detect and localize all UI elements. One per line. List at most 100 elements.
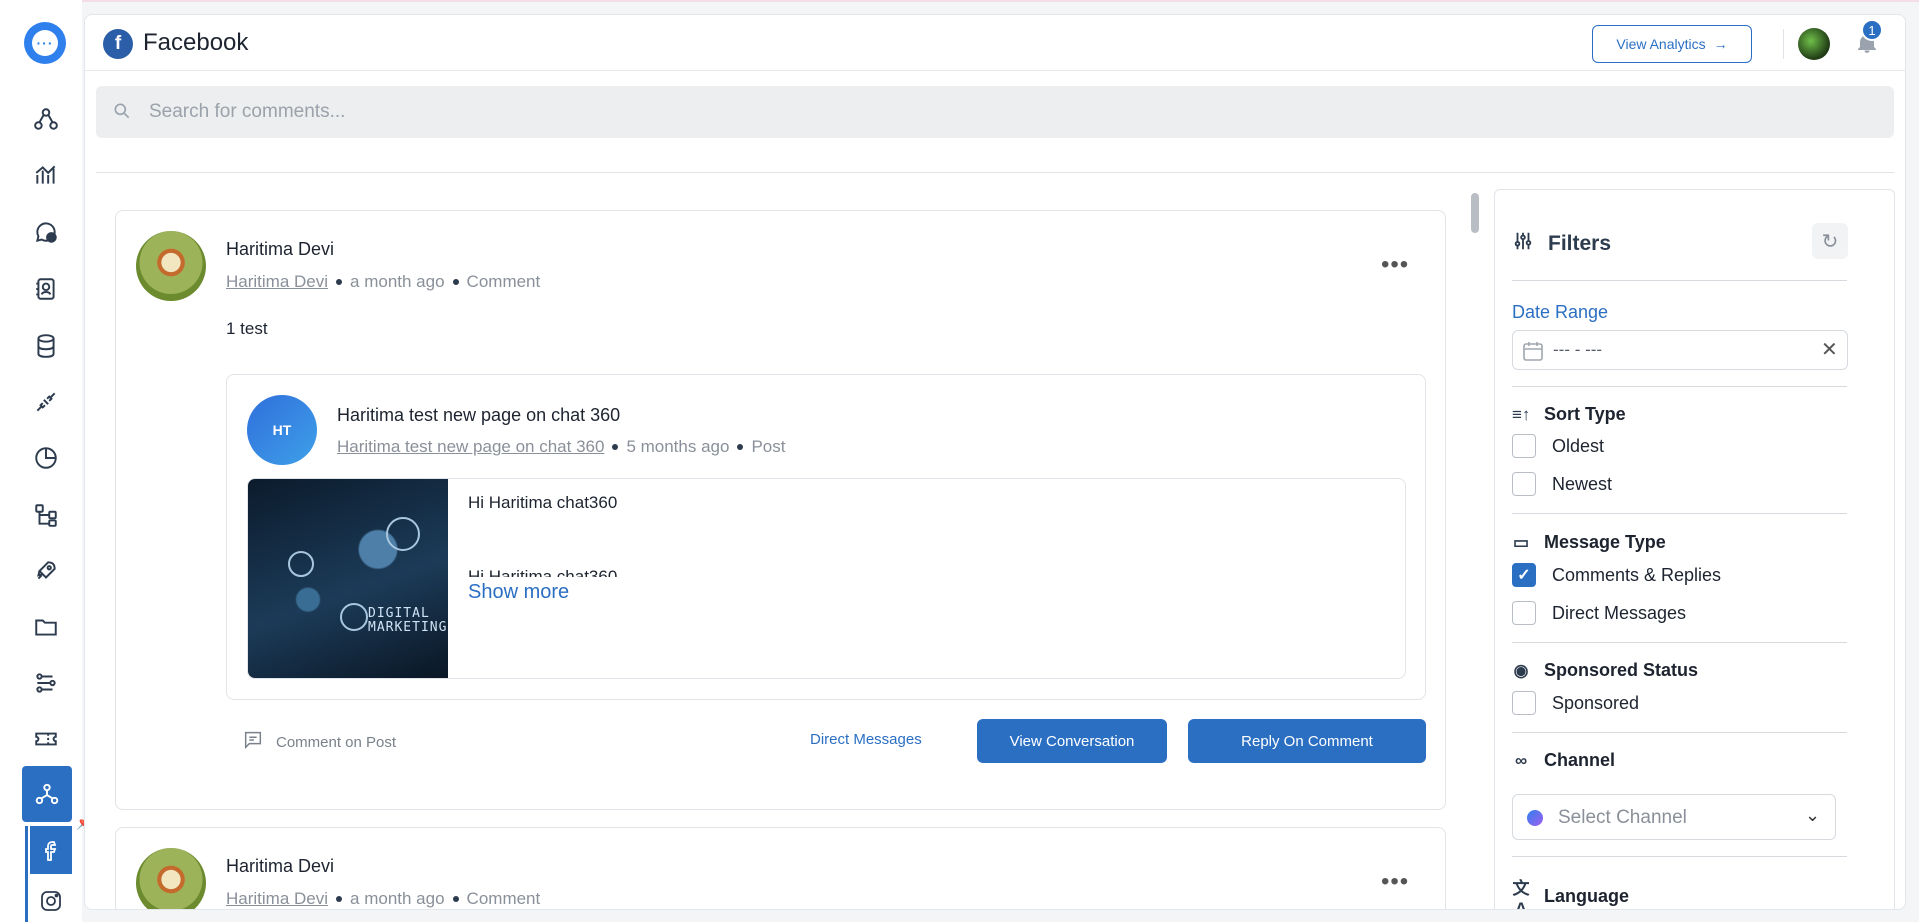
meta-dot [452, 896, 459, 902]
post-title[interactable]: Haritima test new page on chat 360 [337, 405, 620, 426]
post-body-truncated: Hi Haritima chat360 [468, 567, 618, 577]
integrations-icon[interactable] [28, 384, 64, 420]
calendar-icon [1521, 339, 1545, 368]
sliders-icon [1512, 230, 1534, 258]
comment-text: 1 test [226, 319, 268, 338]
checkbox[interactable] [1512, 472, 1536, 496]
message-option-comments[interactable]: ✓ Comments & Replies [1512, 563, 1721, 587]
date-range-input[interactable]: --- - --- ✕ [1512, 330, 1848, 370]
files-icon[interactable] [28, 609, 64, 645]
analytics-icon[interactable] [28, 157, 64, 193]
view-analytics-button[interactable]: View Analytics → [1592, 25, 1752, 63]
channel-label: Channel [1544, 750, 1616, 770]
contacts-icon[interactable] [28, 271, 64, 307]
channel-placeholder: Select Channel [1558, 807, 1687, 828]
comment-meta: Haritima Devi a month ago Comment [226, 272, 540, 292]
tickets-icon[interactable] [28, 721, 64, 757]
sort-type-title: ≡↑ Sort Type [1512, 404, 1626, 425]
user-avatar[interactable] [1798, 28, 1830, 60]
divider [1512, 280, 1847, 281]
facebook-icon[interactable] [30, 826, 72, 874]
comment-kind: Comment [466, 272, 541, 291]
post-body: Hi Haritima chat360 [468, 493, 618, 512]
message-option-direct[interactable]: Direct Messages [1512, 601, 1686, 625]
author-link[interactable]: Haritima Devi [226, 272, 328, 292]
divider [1512, 642, 1847, 643]
author-avatar[interactable] [136, 848, 206, 909]
arrow-right-icon: → [1713, 36, 1728, 52]
author-name[interactable]: Haritima Devi [226, 239, 334, 260]
more-options-icon[interactable]: ••• [1381, 868, 1409, 896]
instagram-icon[interactable] [30, 880, 72, 922]
channel-icon: ∞ [1514, 750, 1528, 770]
database-icon[interactable] [28, 328, 64, 364]
comment-icon [242, 729, 264, 755]
post-preview: HT Haritima test new page on chat 360 Ha… [226, 374, 1426, 700]
comment-on-post[interactable]: Comment on Post [242, 729, 396, 755]
option-label: Oldest [1552, 435, 1605, 456]
direct-messages-link[interactable]: Direct Messages [810, 731, 922, 748]
comment-actions: Comment on Post Direct Messages View Con… [226, 719, 1426, 763]
image-graphic [386, 517, 420, 551]
chat-icon[interactable] [28, 214, 64, 250]
option-label: Newest [1552, 473, 1613, 494]
checkbox[interactable] [1512, 434, 1536, 458]
option-label: Comments & Replies [1552, 564, 1722, 585]
checkbox-checked[interactable]: ✓ [1512, 563, 1536, 587]
clear-date-icon[interactable]: ✕ [1821, 337, 1838, 362]
automation-icon[interactable] [28, 665, 64, 701]
app-logo[interactable]: ··· [24, 22, 66, 64]
search-input[interactable] [149, 86, 1849, 138]
sponsored-option[interactable]: Sponsored [1512, 691, 1639, 715]
notification-badge: 1 [1861, 19, 1883, 41]
view-conversation-button[interactable]: View Conversation [977, 719, 1167, 763]
header-divider [1783, 29, 1784, 59]
refresh-icon[interactable]: ↻ [1812, 223, 1848, 259]
comment-card: Haritima Devi Haritima Devi a month ago … [115, 827, 1446, 909]
show-more-link[interactable]: Show more [468, 581, 569, 604]
post-content: DIGITAL MARKETING Hi Haritima chat360 Hi… [247, 478, 1406, 679]
divider [1512, 732, 1847, 733]
author-link[interactable]: Haritima Devi [226, 889, 328, 909]
post-image[interactable]: DIGITAL MARKETING [248, 479, 448, 678]
page-avatar: HT [247, 395, 317, 465]
workflow-icon[interactable] [28, 101, 64, 137]
checkbox[interactable] [1512, 691, 1536, 715]
channel-select[interactable]: Select Channel ⌄ [1512, 794, 1836, 840]
search-icon [112, 101, 132, 126]
filters-header: Filters [1512, 230, 1611, 258]
language-title: 文A Language [1512, 874, 1630, 910]
post-kind: Post [751, 437, 786, 456]
divider [1512, 856, 1847, 857]
language-label: Language [1544, 886, 1630, 906]
sort-option-oldest[interactable]: Oldest [1512, 434, 1604, 458]
image-graphic [340, 603, 368, 631]
meta-dot [336, 279, 343, 285]
reply-on-comment-button[interactable]: Reply On Comment [1188, 719, 1426, 763]
feed-scrollbar[interactable] [1471, 193, 1479, 233]
filters-panel: Filters ↻ Date Range --- - --- ✕ ≡↑ Sort… [1494, 189, 1895, 910]
sort-option-newest[interactable]: Newest [1512, 472, 1612, 496]
flow-icon[interactable] [28, 497, 64, 533]
translate-icon: 文A [1512, 879, 1530, 910]
date-range-label: Date Range [1512, 302, 1609, 322]
campaigns-icon[interactable] [28, 553, 64, 589]
post-meta: Haritima test new page on chat 360 5 mon… [337, 437, 785, 457]
more-options-icon[interactable]: ••• [1381, 251, 1409, 279]
chevron-down-icon: ⌄ [1805, 805, 1821, 825]
divider [1512, 386, 1847, 387]
page-link[interactable]: Haritima test new page on chat 360 [337, 437, 604, 457]
comment-kind: Comment [466, 889, 541, 908]
page-title: Facebook [143, 29, 249, 56]
social-icon[interactable] [22, 766, 72, 822]
filters-title: Filters [1548, 232, 1612, 255]
option-label: Sponsored [1552, 692, 1640, 713]
author-avatar[interactable] [136, 231, 206, 301]
author-name[interactable]: Haritima Devi [226, 856, 334, 877]
checkbox[interactable] [1512, 601, 1536, 625]
submenu-track [25, 826, 28, 922]
search-separator [96, 172, 1894, 173]
reports-icon[interactable] [28, 440, 64, 476]
meta-dot [737, 444, 744, 450]
divider [1512, 513, 1847, 514]
